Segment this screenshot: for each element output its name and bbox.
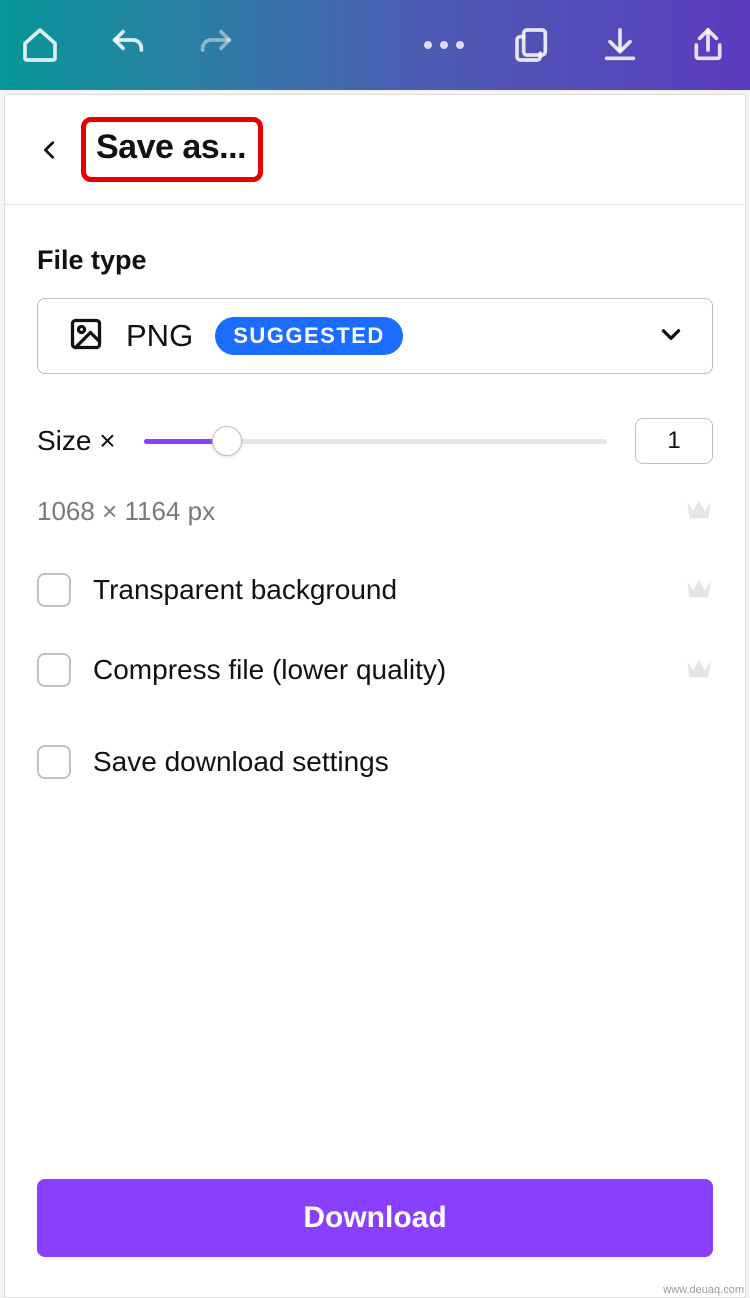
size-label: Size × <box>37 425 116 457</box>
top-toolbar <box>0 0 750 90</box>
share-icon[interactable] <box>686 23 730 67</box>
download-icon[interactable] <box>598 23 642 67</box>
save-settings-checkbox[interactable] <box>37 745 71 779</box>
image-icon <box>68 316 104 357</box>
file-type-select[interactable]: PNG SUGGESTED <box>37 298 713 374</box>
download-button[interactable]: Download <box>37 1179 713 1257</box>
compress-label: Compress file (lower quality) <box>93 654 446 686</box>
more-icon[interactable] <box>422 23 466 67</box>
panel-title: Save as... <box>96 128 246 167</box>
transparent-bg-checkbox[interactable] <box>37 573 71 607</box>
crown-icon <box>685 576 713 605</box>
file-type-value: PNG <box>126 318 193 354</box>
undo-icon[interactable] <box>106 23 150 67</box>
compress-checkbox[interactable] <box>37 653 71 687</box>
save-panel: Save as... File type PNG SUGGESTED Size … <box>4 94 746 1298</box>
home-icon[interactable] <box>18 23 62 67</box>
back-button[interactable] <box>33 133 67 167</box>
transparent-bg-label: Transparent background <box>93 574 397 606</box>
watermark: www.deuaq.com <box>663 1284 744 1296</box>
save-settings-label: Save download settings <box>93 746 389 778</box>
redo-icon[interactable] <box>194 23 238 67</box>
size-slider[interactable] <box>144 426 607 456</box>
crown-icon <box>685 656 713 685</box>
size-input[interactable] <box>635 418 713 464</box>
chevron-down-icon <box>658 321 684 352</box>
dimensions-text: 1068 × 1164 px <box>37 496 215 527</box>
suggested-badge: SUGGESTED <box>215 317 403 355</box>
pages-icon[interactable] <box>510 23 554 67</box>
panel-header: Save as... <box>5 95 745 205</box>
crown-icon <box>685 497 713 526</box>
file-type-label: File type <box>37 245 713 276</box>
annotation-highlight: Save as... <box>81 117 263 182</box>
